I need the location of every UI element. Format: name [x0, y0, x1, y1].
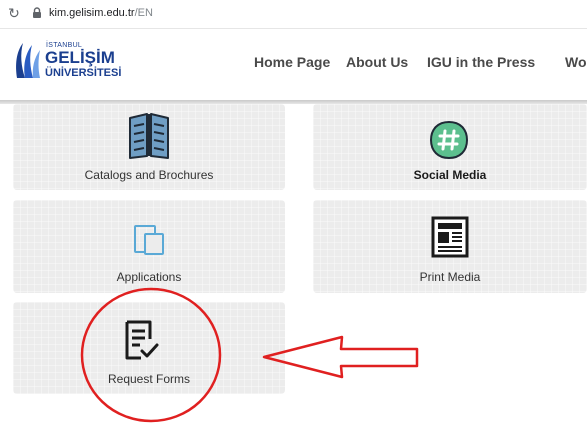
university-logo[interactable]: İSTANBUL GELİŞİM ÜNİVERSİTESİ — [13, 38, 143, 82]
pointer-arrow — [262, 335, 419, 379]
card-print-media[interactable]: Print Media — [313, 200, 587, 293]
newspaper-icon — [431, 216, 469, 258]
card-label: Catalogs and Brochures — [84, 168, 214, 182]
url-field[interactable]: kim.gelisim.edu.tr/EN — [49, 6, 153, 20]
logo-mark-icon — [16, 43, 40, 78]
card-social-media[interactable]: Social Media — [313, 104, 587, 190]
hashtag-icon — [429, 120, 469, 160]
nav-about-us[interactable]: About Us — [346, 54, 408, 70]
card-applications[interactable]: Applications — [13, 200, 285, 293]
card-request-forms[interactable]: Request Forms — [13, 302, 285, 394]
card-catalogs-and-brochures[interactable]: Catalogs and Brochures — [13, 104, 285, 190]
nav-working[interactable]: Worki — [565, 54, 587, 70]
card-label: Applications — [116, 270, 182, 284]
reload-icon[interactable]: ↻ — [6, 5, 22, 21]
lock-icon — [33, 7, 41, 18]
tablet-icon — [134, 225, 164, 255]
nav-home-page[interactable]: Home Page — [254, 54, 330, 70]
card-label: Social Media — [413, 168, 487, 182]
logo-text-gelisim: GELİŞİM — [45, 48, 115, 67]
browser-address-bar: ↻ kim.gelisim.edu.tr/EN — [0, 0, 587, 29]
site-header: İSTANBUL GELİŞİM ÜNİVERSİTESİ Home Page … — [0, 29, 587, 100]
card-label: Request Forms — [107, 372, 191, 386]
url-host: kim.gelisim.edu.tr — [49, 7, 135, 19]
logo-text-universitesi: ÜNİVERSİTESİ — [45, 67, 122, 79]
card-label: Print Media — [419, 270, 481, 284]
form-check-icon — [125, 320, 159, 360]
nav-igu-in-the-press[interactable]: IGU in the Press — [427, 54, 535, 70]
book-icon — [129, 113, 169, 159]
url-path: /EN — [134, 7, 153, 19]
